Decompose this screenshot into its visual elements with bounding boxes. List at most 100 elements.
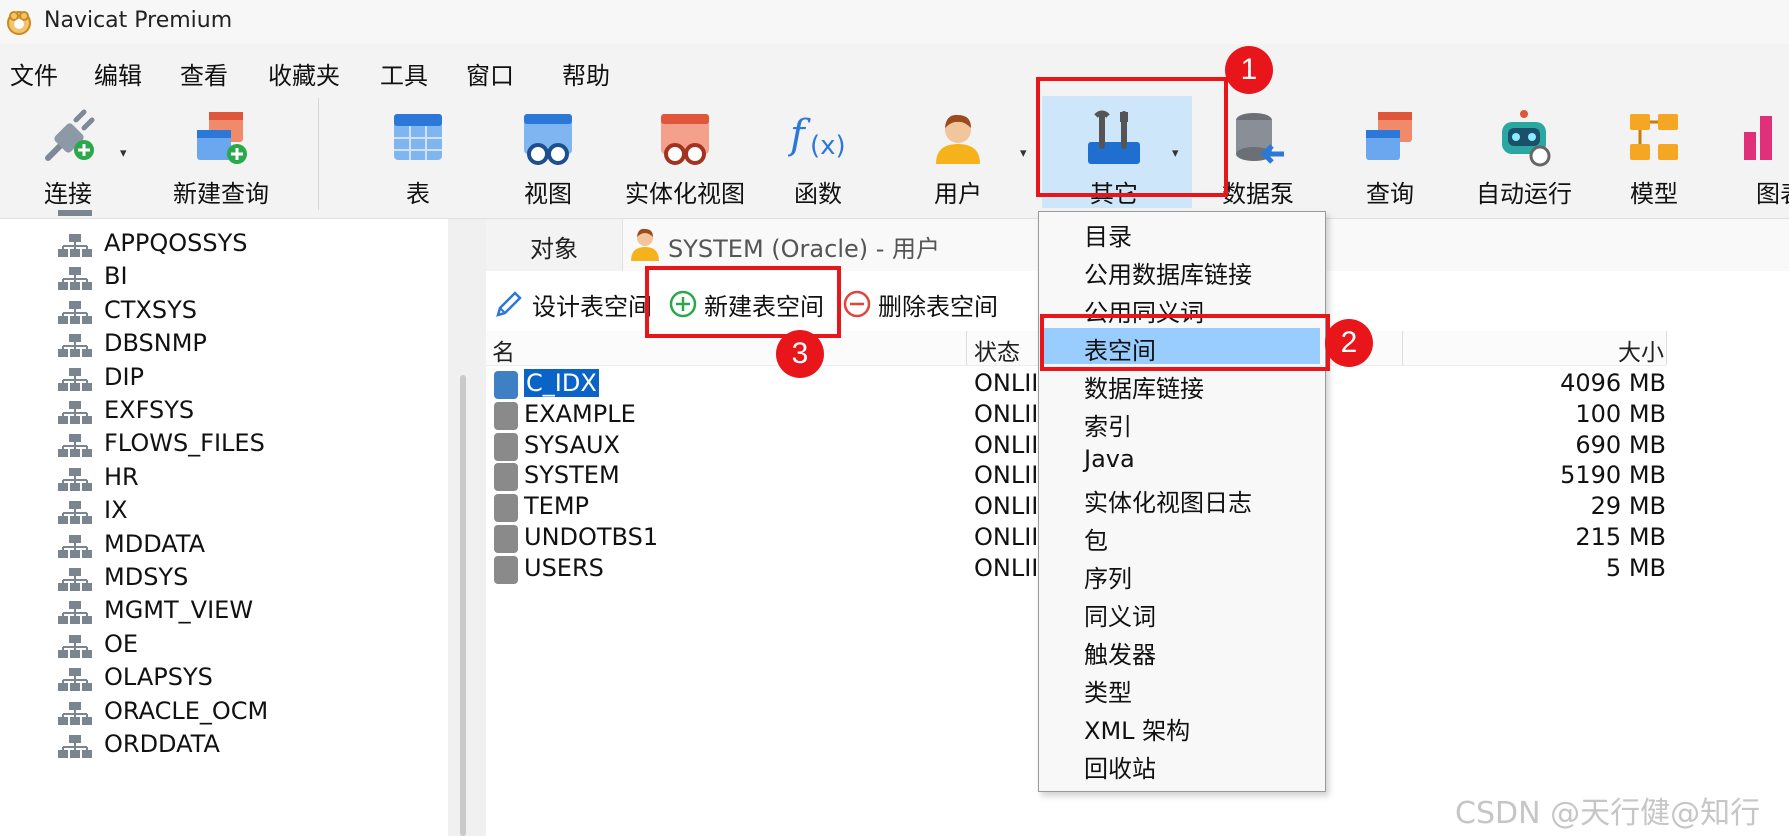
- schema-item-label: BI: [104, 262, 128, 291]
- schema-icon: [58, 300, 92, 324]
- schema-item-label: IX: [104, 496, 128, 525]
- dropdown-item[interactable]: 类型: [1044, 670, 1320, 707]
- new-query-button[interactable]: 新建查询: [150, 100, 292, 212]
- sidebar-scrollbar[interactable]: [460, 375, 466, 836]
- title-bar: [0, 0, 1789, 44]
- dropdown-item[interactable]: 实体化视图日志: [1044, 480, 1320, 517]
- automation-label: 自动运行: [1476, 180, 1572, 208]
- dropdown-item[interactable]: XML 架构: [1044, 708, 1320, 745]
- menu-file[interactable]: 文件: [10, 56, 58, 91]
- row-name: USERS: [524, 553, 604, 582]
- schema-icon: [58, 334, 92, 358]
- menu-edit[interactable]: 编辑: [94, 56, 142, 91]
- remove-circle-icon: [843, 290, 871, 318]
- annotation-box-2: [1040, 314, 1330, 371]
- column-divider: [966, 331, 967, 365]
- navicat-logo-icon: [7, 11, 31, 35]
- schema-item-label: MDSYS: [104, 563, 189, 591]
- user-caret-icon[interactable]: ▾: [1020, 146, 1027, 161]
- watermark: CSDN @天行健@知行: [1455, 796, 1761, 831]
- dropdown-item[interactable]: Java: [1044, 442, 1320, 478]
- menu-favorites[interactable]: 收藏夹: [268, 56, 340, 91]
- function-button[interactable]: f (x) 函数: [770, 100, 866, 212]
- view-button[interactable]: 视图: [500, 100, 596, 212]
- dropdown-item[interactable]: 回收站: [1044, 746, 1320, 783]
- dropdown-item[interactable]: 触发器: [1044, 632, 1320, 669]
- schema-icon: [58, 601, 92, 625]
- function-icon: f (x): [788, 112, 846, 161]
- annotation-box-3: [645, 266, 841, 338]
- dropdown-item-label: 触发器: [1084, 641, 1156, 669]
- model-icon: [1630, 114, 1678, 160]
- dropdown-item[interactable]: 目录: [1044, 214, 1320, 251]
- dropdown-item[interactable]: 同义词: [1044, 594, 1320, 631]
- dropdown-item[interactable]: 包: [1044, 518, 1320, 555]
- user-icon: [936, 114, 980, 164]
- row-name: SYSTEM: [524, 461, 620, 490]
- connect-label: 连接: [44, 180, 92, 208]
- menu-view[interactable]: 查看: [180, 56, 228, 91]
- svg-text:(x): (x): [810, 131, 846, 161]
- schema-item-label: CTXSYS: [104, 295, 197, 324]
- dropdown-item[interactable]: 序列: [1044, 556, 1320, 593]
- user-button[interactable]: 用户: [910, 100, 1006, 212]
- table-button[interactable]: 表: [370, 100, 466, 212]
- design-tablespace-label: 设计表空间: [532, 293, 652, 321]
- materialized-view-button[interactable]: 实体化视图: [620, 100, 750, 212]
- sidebar-gutter: [448, 219, 486, 836]
- dropdown-item-label: 回收站: [1084, 755, 1156, 783]
- schema-icon: [58, 267, 92, 291]
- dropdown-item-label: 目录: [1084, 223, 1132, 251]
- tablespace-icon: [494, 432, 518, 461]
- dropdown-item[interactable]: 索引: [1044, 404, 1320, 441]
- row-name: EXAMPLE: [524, 399, 636, 428]
- dropdown-item[interactable]: 数据库链接: [1044, 366, 1320, 403]
- connect-caret-icon[interactable]: ▾: [120, 146, 127, 161]
- dropdown-item-label: 数据库链接: [1084, 375, 1204, 403]
- column-header-status[interactable]: 状态: [974, 333, 1020, 367]
- annotation-badge-3: 3: [776, 330, 824, 378]
- menu-window[interactable]: 窗口: [466, 56, 514, 91]
- query-icon: [1366, 112, 1412, 160]
- model-button[interactable]: 模型: [1606, 100, 1702, 212]
- schema-item-label: DBSNMP: [104, 329, 207, 358]
- robot-icon: [1502, 110, 1551, 167]
- row-size: 4096 MB: [1560, 369, 1666, 397]
- materialized-view-icon: [661, 114, 709, 165]
- column-header-size[interactable]: 大小: [1618, 333, 1664, 367]
- row-size: 100 MB: [1575, 399, 1666, 428]
- dropdown-item-label: 实体化视图日志: [1084, 489, 1252, 517]
- window-title: Navicat Premium: [44, 8, 233, 33]
- row-name: C_IDX: [524, 369, 599, 397]
- chart-button[interactable]: 图表: [1740, 100, 1789, 212]
- schema-icon: [58, 434, 92, 458]
- tab-user-label: SYSTEM (Oracle) - 用户: [668, 235, 941, 263]
- row-size: 690 MB: [1575, 430, 1666, 459]
- schema-item-label: HR: [104, 462, 139, 491]
- schema-icon: [58, 668, 92, 692]
- row-name: SYSAUX: [524, 430, 620, 459]
- design-tablespace-button[interactable]: 设计表空间: [494, 283, 652, 323]
- toolbar-separator: [318, 98, 319, 210]
- automation-button[interactable]: 自动运行: [1468, 100, 1580, 212]
- row-size: 215 MB: [1575, 523, 1666, 551]
- table-icon: [394, 114, 442, 160]
- model-label: 模型: [1630, 180, 1678, 208]
- materialized-view-label: 实体化视图: [625, 180, 745, 208]
- schema-icon: [58, 234, 92, 257]
- tablespace-icon: [494, 371, 518, 399]
- delete-tablespace-button[interactable]: 删除表空间: [842, 283, 1002, 323]
- user-icon: [631, 228, 659, 261]
- query-button[interactable]: 查询: [1342, 100, 1438, 212]
- connect-button[interactable]: 连接: [20, 100, 116, 212]
- row-status: ONLII: [974, 461, 1039, 490]
- schema-icon: [58, 634, 92, 658]
- menu-tools[interactable]: 工具: [380, 56, 428, 91]
- menu-help[interactable]: 帮助: [562, 56, 610, 91]
- dropdown-item[interactable]: 公用数据库链接: [1044, 252, 1320, 289]
- view-label: 视图: [524, 180, 572, 208]
- schema-icon: [58, 701, 92, 725]
- column-divider: [1402, 331, 1403, 365]
- column-header-name[interactable]: 名: [492, 333, 515, 367]
- schema-icon: [58, 367, 92, 391]
